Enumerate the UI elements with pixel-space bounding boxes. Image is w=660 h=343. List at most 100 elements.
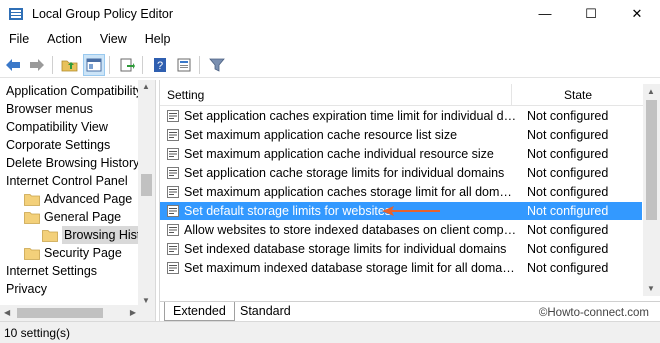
- tree-item[interactable]: Delete Browsing History: [6, 154, 139, 172]
- setting-name: Allow websites to store indexed database…: [184, 223, 517, 237]
- tree-item[interactable]: Security Page: [24, 244, 122, 262]
- setting-row[interactable]: Set maximum application caches storage l…: [160, 183, 642, 201]
- setting-state: Not configured: [527, 204, 609, 218]
- tree-item-label: General Page: [44, 210, 122, 224]
- help-icon[interactable]: ?: [149, 54, 171, 76]
- tree-item[interactable]: Application Compatibility: [6, 82, 142, 100]
- scroll-left-arrow-icon[interactable]: ◀: [4, 308, 10, 317]
- tree-item-label: Application Compatibility: [6, 84, 143, 98]
- policy-setting-icon: [166, 147, 180, 161]
- policy-setting-icon: [166, 128, 180, 142]
- scroll-down-arrow-icon[interactable]: ▼: [142, 296, 150, 305]
- folder-icon: [24, 193, 40, 206]
- policy-tree-pane[interactable]: Privacy Internet Settings Security Page Bro…: [0, 80, 156, 321]
- tree-horizontal-scroll-thumb[interactable]: [17, 308, 103, 318]
- menu-view[interactable]: View: [91, 28, 136, 50]
- maximize-button[interactable]: ☐: [568, 0, 614, 28]
- tree-item-label: Internet Control Panel: [6, 174, 128, 188]
- view-tabs: Extended Standard ©Howto-connect.com: [160, 301, 660, 321]
- setting-name: Set maximum application caches storage l…: [184, 185, 517, 199]
- group-policy-app-icon: [8, 6, 24, 22]
- tree-item[interactable]: Advanced Page: [24, 190, 132, 208]
- scroll-down-arrow-icon[interactable]: ▼: [647, 284, 655, 293]
- filter-icon[interactable]: [206, 54, 228, 76]
- setting-name: Set maximum indexed database storage lim…: [184, 261, 517, 275]
- policy-setting-icon: [166, 109, 180, 123]
- tree-horizontal-scrollbar[interactable]: ◀ ▶: [0, 305, 155, 321]
- tree-item[interactable]: Corporate Settings: [6, 136, 110, 154]
- menu-bar: File Action View Help: [0, 28, 660, 50]
- setting-state: Not configured: [527, 128, 609, 142]
- setting-state: Not configured: [527, 242, 609, 256]
- setting-row[interactable]: Set indexed database storage limits for …: [160, 240, 642, 258]
- toolbar-separator: [142, 55, 143, 74]
- menu-help[interactable]: Help: [136, 28, 180, 50]
- menu-action[interactable]: Action: [38, 28, 91, 50]
- folder-icon: [42, 229, 58, 242]
- title-bar: Local Group Policy Editor — ☐ ✕: [0, 0, 660, 28]
- tree-item[interactable]: Privacy: [6, 280, 47, 298]
- setting-name: Set maximum application cache resource l…: [184, 128, 458, 142]
- tree-item-label: Corporate Settings: [6, 138, 111, 152]
- setting-state: Not configured: [527, 109, 609, 123]
- setting-row[interactable]: Set maximum application cache resource l…: [160, 126, 642, 144]
- status-bar: 10 setting(s): [0, 321, 660, 343]
- close-button[interactable]: ✕: [614, 0, 660, 28]
- tree-item-label: Advanced Page: [44, 192, 133, 206]
- minimize-button[interactable]: —: [522, 0, 568, 28]
- menu-file[interactable]: File: [0, 28, 38, 50]
- scroll-up-arrow-icon[interactable]: ▲: [142, 82, 150, 91]
- tree-item[interactable]: Compatibility View: [6, 118, 108, 136]
- tree-item-label: Delete Browsing History: [6, 156, 140, 170]
- policy-setting-icon: [166, 223, 180, 237]
- properties-icon[interactable]: [173, 54, 195, 76]
- policy-setting-icon: [166, 185, 180, 199]
- setting-state: Not configured: [527, 185, 609, 199]
- tree-item-label: Privacy: [6, 282, 47, 296]
- setting-row[interactable]: Allow websites to store indexed database…: [160, 221, 642, 239]
- tree-item[interactable]: General Page: [24, 208, 121, 226]
- setting-state: Not configured: [527, 261, 609, 275]
- setting-state: Not configured: [527, 147, 609, 161]
- policy-setting-icon: [166, 166, 180, 180]
- show-hide-tree-icon[interactable]: [83, 53, 105, 76]
- policy-setting-icon: [166, 261, 180, 275]
- scroll-up-arrow-icon[interactable]: ▲: [647, 87, 655, 96]
- list-vertical-scroll-thumb[interactable]: [646, 100, 657, 220]
- export-list-icon[interactable]: [116, 54, 138, 76]
- tree-item[interactable]: Internet Control Panel: [6, 172, 128, 190]
- toolbar-separator: [199, 55, 200, 74]
- tab-extended[interactable]: Extended: [164, 302, 235, 321]
- setting-row[interactable]: Set maximum application cache individual…: [160, 145, 642, 163]
- scroll-right-arrow-icon[interactable]: ▶: [130, 308, 136, 317]
- list-header: Setting State: [160, 84, 644, 106]
- setting-state: Not configured: [527, 223, 609, 237]
- setting-name: Set default storage limits for websites: [184, 204, 392, 218]
- folder-icon: [24, 211, 40, 224]
- tree-item-label: Browser menus: [6, 102, 93, 116]
- forward-arrow-icon[interactable]: [26, 54, 48, 76]
- tree-item[interactable]: Browser menus: [6, 100, 93, 118]
- back-arrow-icon[interactable]: [2, 54, 24, 76]
- policy-setting-icon: [166, 242, 180, 256]
- svg-text:?: ?: [157, 60, 163, 72]
- tab-standard[interactable]: Standard: [232, 302, 299, 321]
- setting-row[interactable]: Set maximum indexed database storage lim…: [160, 259, 642, 277]
- tree-item[interactable]: Internet Settings: [6, 262, 97, 280]
- tree-item-label: Security Page: [44, 246, 122, 260]
- column-header-state[interactable]: State: [512, 84, 644, 105]
- tree-vertical-scroll-thumb[interactable]: [141, 174, 152, 196]
- setting-row[interactable]: Set application caches expiration time l…: [160, 107, 642, 125]
- settings-list-pane: Setting State ▲ ▼ Extended Standard ©How…: [159, 80, 660, 321]
- tree-item-label: Internet Settings: [6, 264, 98, 278]
- toolbar-separator: [52, 55, 53, 74]
- setting-name: Set application caches expiration time l…: [184, 109, 517, 123]
- column-header-setting[interactable]: Setting: [160, 84, 512, 105]
- toolbar-separator: [109, 55, 110, 74]
- tree-vertical-scrollbar[interactable]: ▲ ▼: [138, 80, 155, 307]
- setting-row[interactable]: Set application cache storage limits for…: [160, 164, 642, 182]
- up-folder-icon[interactable]: [59, 54, 81, 76]
- tree-item-label: Compatibility View: [6, 120, 108, 134]
- setting-name: Set maximum application cache individual…: [184, 147, 494, 161]
- list-vertical-scrollbar[interactable]: ▲ ▼: [643, 84, 660, 296]
